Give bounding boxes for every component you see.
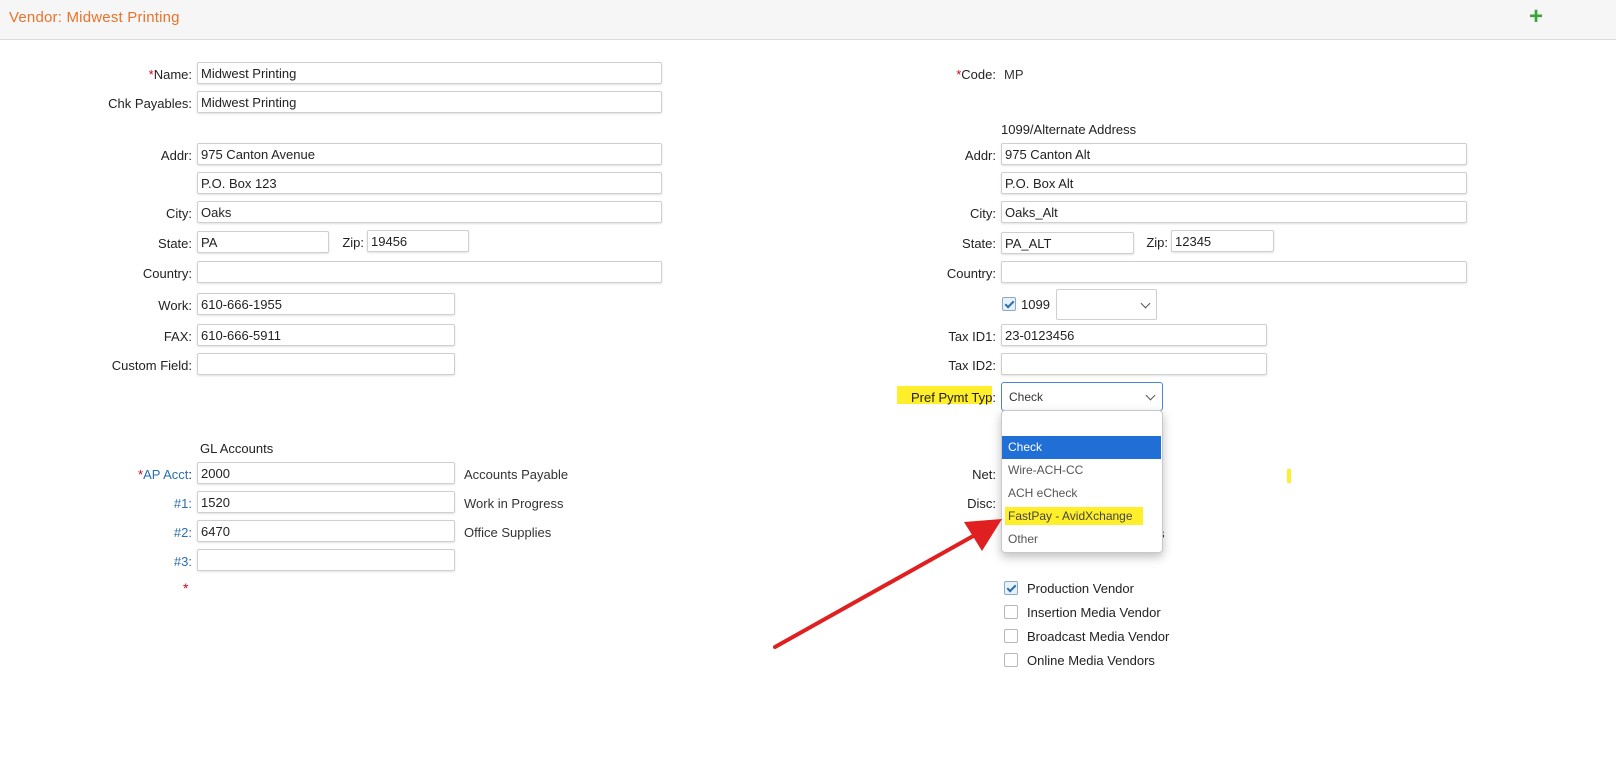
ap-acct-description: Accounts Payable	[464, 467, 569, 482]
dropdown-option-ach-echeck[interactable]: ACH eCheck	[1002, 482, 1161, 505]
insertion-media-vendor-label: Insertion Media Vendor	[1027, 605, 1161, 620]
page-title: Vendor: Midwest Printing	[9, 9, 180, 26]
alt-addr-label: Addr:	[964, 148, 996, 163]
alt-zip-label: Zip:	[1146, 235, 1168, 250]
alt-city-label: City:	[970, 206, 996, 221]
gl-acct3-input[interactable]	[197, 549, 455, 571]
gl-acct2-link[interactable]: #2:	[100, 525, 192, 540]
ap-acct-link[interactable]: AP Acct	[143, 467, 188, 482]
alt-addr-line2-input[interactable]	[1001, 172, 1467, 194]
zip-label: Zip:	[342, 235, 364, 250]
tax-id1-input[interactable]	[1001, 324, 1267, 346]
1099-label: 1099	[1021, 297, 1050, 312]
name-label: *Name:	[148, 67, 192, 82]
pref-pymt-select[interactable]: Check	[1001, 382, 1163, 411]
alt-addr-line1-input[interactable]	[1001, 143, 1467, 165]
gl-acct2-description: Office Supplies	[464, 525, 552, 540]
tax-id2-input[interactable]	[1001, 353, 1267, 375]
alt-country-input[interactable]	[1001, 261, 1467, 283]
country-label: Country:	[142, 266, 192, 281]
dropdown-option-fastpay[interactable]: FastPay - AvidXchange	[1002, 505, 1161, 528]
add-icon[interactable]: +	[1529, 3, 1543, 31]
gl-acct3-link[interactable]: #3:	[100, 554, 192, 569]
fax-label: FAX:	[163, 329, 192, 344]
broadcast-media-vendor-label: Broadcast Media Vendor	[1027, 629, 1170, 644]
pref-pymt-dropdown-list: Check Wire-ACH-CC ACH eCheck FastPay - A…	[1001, 410, 1163, 553]
addr-line2-input[interactable]	[197, 172, 662, 194]
alt-zip-input[interactable]	[1171, 230, 1274, 252]
dropdown-option-other[interactable]: Other	[1002, 528, 1161, 551]
gl-accounts-header: GL Accounts	[200, 441, 274, 456]
ap-acct-input[interactable]	[197, 462, 455, 484]
name-input[interactable]	[197, 62, 662, 84]
zip-input[interactable]	[367, 230, 469, 252]
gl-acct1-input[interactable]	[197, 491, 455, 513]
dropdown-option-check[interactable]: Check	[1002, 436, 1161, 459]
dropdown-option-wire-ach-cc[interactable]: Wire-ACH-CC	[1002, 459, 1161, 482]
title-bar	[0, 0, 1616, 40]
red-arrow-annotation	[773, 519, 1002, 649]
pref-pymt-label: Pref Pymt Typ:	[910, 390, 996, 405]
1099-checkbox[interactable]	[1002, 297, 1016, 311]
city-input[interactable]	[197, 201, 662, 223]
fax-input[interactable]	[197, 324, 455, 346]
ap-acct-label: *AP Acct:	[138, 467, 192, 482]
dropdown-option-blank[interactable]	[1002, 413, 1161, 436]
pref-pymt-selected-value: Check	[1009, 390, 1044, 404]
production-vendor-label: Production Vendor	[1027, 581, 1134, 596]
custom-field-input[interactable]	[197, 353, 455, 375]
state-label: State:	[158, 236, 192, 251]
highlight-mark	[1287, 469, 1291, 483]
alt-country-label: Country:	[946, 266, 996, 281]
chevron-down-icon	[1145, 390, 1156, 401]
chevron-down-icon	[1140, 298, 1151, 309]
1099-type-select[interactable]	[1056, 289, 1157, 320]
city-label: City:	[166, 206, 192, 221]
tax-id2-label: Tax ID2:	[948, 358, 996, 373]
work-phone-input[interactable]	[197, 293, 455, 315]
chk-payables-input[interactable]	[197, 91, 662, 113]
addr-line1-input[interactable]	[197, 143, 662, 165]
gl-acct1-link[interactable]: #1:	[100, 496, 192, 511]
gl-acct1-description: Work in Progress	[464, 496, 564, 511]
custom-field-label: Custom Field:	[111, 358, 192, 373]
gl-acct2-input[interactable]	[197, 520, 455, 542]
country-input[interactable]	[197, 261, 662, 283]
addr-label: Addr:	[160, 148, 192, 163]
code-value: MP	[1004, 67, 1024, 82]
code-label: *Code:	[956, 67, 996, 82]
alt-state-label: State:	[962, 236, 996, 251]
alt-state-input[interactable]	[1001, 232, 1134, 254]
alternate-address-header: 1099/Alternate Address	[1001, 122, 1137, 137]
work-label: Work:	[158, 298, 192, 313]
chk-payables-label: Chk Payables:	[108, 96, 192, 111]
state-input[interactable]	[197, 231, 329, 253]
online-media-vendors-label: Online Media Vendors	[1027, 653, 1155, 668]
net-label: Net:	[972, 467, 996, 482]
required-marker: *	[183, 580, 189, 596]
alt-city-input[interactable]	[1001, 201, 1467, 223]
tax-id1-label: Tax ID1:	[948, 329, 996, 344]
